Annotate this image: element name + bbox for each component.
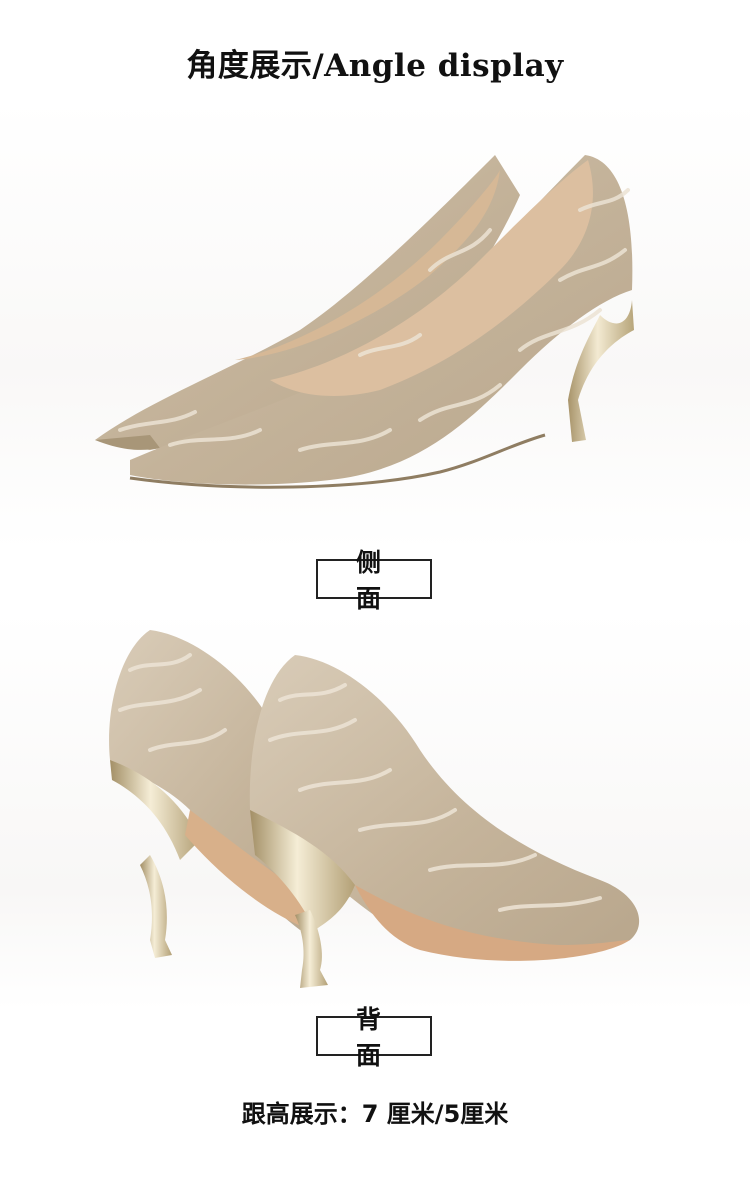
- heel-height-line: 跟高展示：7 厘米/5厘米: [0, 1094, 750, 1129]
- back-view-label: 背面: [316, 1005, 432, 1070]
- heel-height-prefix: 跟高展示：: [241, 1100, 362, 1128]
- side-view-photo: [0, 100, 750, 550]
- heel-height-option-7cm: 7 厘米: [361, 1100, 435, 1128]
- back-view-photo: [0, 610, 750, 1010]
- page-title: 角度展示/Angle display: [186, 48, 564, 84]
- back-view-shoes-image: [109, 630, 640, 988]
- heel-height-separator: /: [434, 1100, 444, 1128]
- side-view-shoes-image: [95, 155, 634, 489]
- heel-height-option-5cm: 5厘米: [443, 1100, 509, 1128]
- side-view-label: 侧面: [316, 548, 432, 613]
